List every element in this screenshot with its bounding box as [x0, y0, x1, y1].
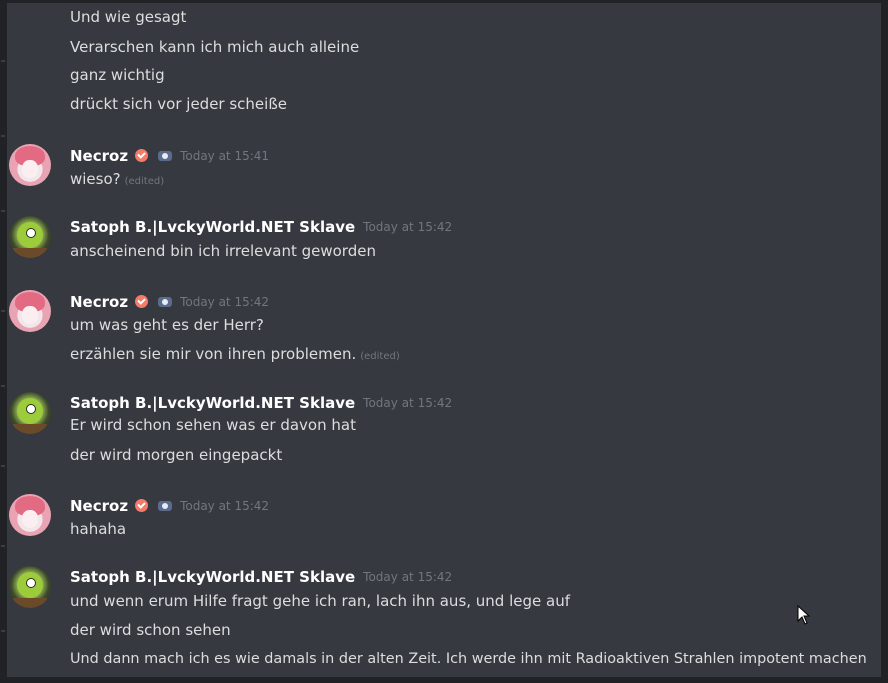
avatar-eye — [26, 228, 36, 238]
hypesquad-badge-icon[interactable] — [158, 150, 173, 161]
message-line[interactable]: der wird morgen eingepackt — [70, 445, 282, 465]
avatar-eye — [26, 404, 36, 414]
username[interactable]: Satoph B.|LvckyWorld.NET Sklave — [70, 393, 355, 413]
avatar-face — [22, 306, 38, 324]
message-line[interactable]: hahaha — [70, 519, 126, 539]
message-line[interactable]: Und wie gesagt — [70, 7, 186, 27]
message-text: erzählen sie mir von ihren problemen. — [70, 345, 357, 363]
timestamp[interactable]: Today at 15:42 — [363, 567, 452, 587]
message-line[interactable]: Und dann mach ich es wie damals in der a… — [70, 649, 867, 669]
edited-label: (edited) — [360, 351, 400, 362]
message-header: Necroz Today at 15:42 — [70, 495, 269, 515]
avatar[interactable] — [9, 216, 51, 258]
message-text: wieso? — [70, 170, 121, 188]
timestamp[interactable]: Today at 15:42 — [180, 292, 269, 312]
hypesquad-badge-icon[interactable] — [158, 296, 173, 307]
verified-check-badge-icon[interactable] — [135, 295, 149, 308]
username[interactable]: Satoph B.|LvckyWorld.NET Sklave — [70, 567, 355, 587]
message-header: Satoph B.|LvckyWorld.NET Sklave Today at … — [70, 216, 452, 236]
message-line[interactable]: wieso? (edited) — [70, 169, 164, 192]
timestamp[interactable]: Today at 15:42 — [363, 217, 452, 237]
username[interactable]: Necroz — [70, 496, 128, 516]
message-line[interactable]: erzählen sie mir von ihren problemen. (ed… — [70, 344, 400, 367]
timestamp[interactable]: Today at 15:42 — [180, 496, 269, 516]
avatar[interactable] — [9, 494, 51, 536]
avatar-base — [13, 248, 47, 258]
message-line[interactable]: anscheinend bin ich irrelevant geworden — [70, 241, 376, 261]
username[interactable]: Necroz — [70, 292, 128, 312]
avatar-face — [22, 160, 38, 178]
edited-label: (edited) — [124, 176, 165, 187]
verified-check-badge-icon[interactable] — [135, 499, 149, 512]
message-header: Necroz Today at 15:41 — [70, 145, 269, 165]
message-line[interactable]: der wird schon sehen — [70, 620, 231, 640]
avatar-face — [22, 510, 38, 528]
avatar-eye — [26, 578, 36, 588]
message-line[interactable]: um was geht es der Herr? — [70, 315, 264, 335]
hypesquad-badge-icon[interactable] — [158, 500, 173, 511]
message-line[interactable]: ganz wichtig — [70, 65, 165, 85]
left-edge-strip — [0, 0, 7, 683]
chat-message-list[interactable]: Und wie gesagt Verarschen kann ich mich … — [7, 3, 881, 677]
mouse-cursor-icon — [797, 605, 811, 625]
message-line[interactable]: Er wird schon sehen was er davon hat — [70, 415, 356, 435]
timestamp[interactable]: Today at 15:41 — [180, 146, 269, 166]
avatar[interactable] — [9, 566, 51, 608]
avatar[interactable] — [9, 144, 51, 186]
avatar-base — [13, 598, 47, 608]
avatar[interactable] — [9, 392, 51, 434]
verified-check-badge-icon[interactable] — [135, 149, 149, 162]
username[interactable]: Necroz — [70, 146, 128, 166]
message-line[interactable]: drückt sich vor jeder scheiße — [70, 94, 287, 114]
avatar[interactable] — [9, 290, 51, 332]
timestamp[interactable]: Today at 15:42 — [363, 393, 452, 413]
message-header: Necroz Today at 15:42 — [70, 291, 269, 311]
avatar-base — [13, 424, 47, 434]
username[interactable]: Satoph B.|LvckyWorld.NET Sklave — [70, 217, 355, 237]
message-header: Satoph B.|LvckyWorld.NET Sklave Today at … — [70, 392, 452, 412]
message-header: Satoph B.|LvckyWorld.NET Sklave Today at … — [70, 566, 452, 586]
message-line[interactable]: Verarschen kann ich mich auch alleine — [70, 37, 359, 57]
message-line[interactable]: und wenn erum Hilfe fragt gehe ich ran, … — [70, 591, 570, 611]
